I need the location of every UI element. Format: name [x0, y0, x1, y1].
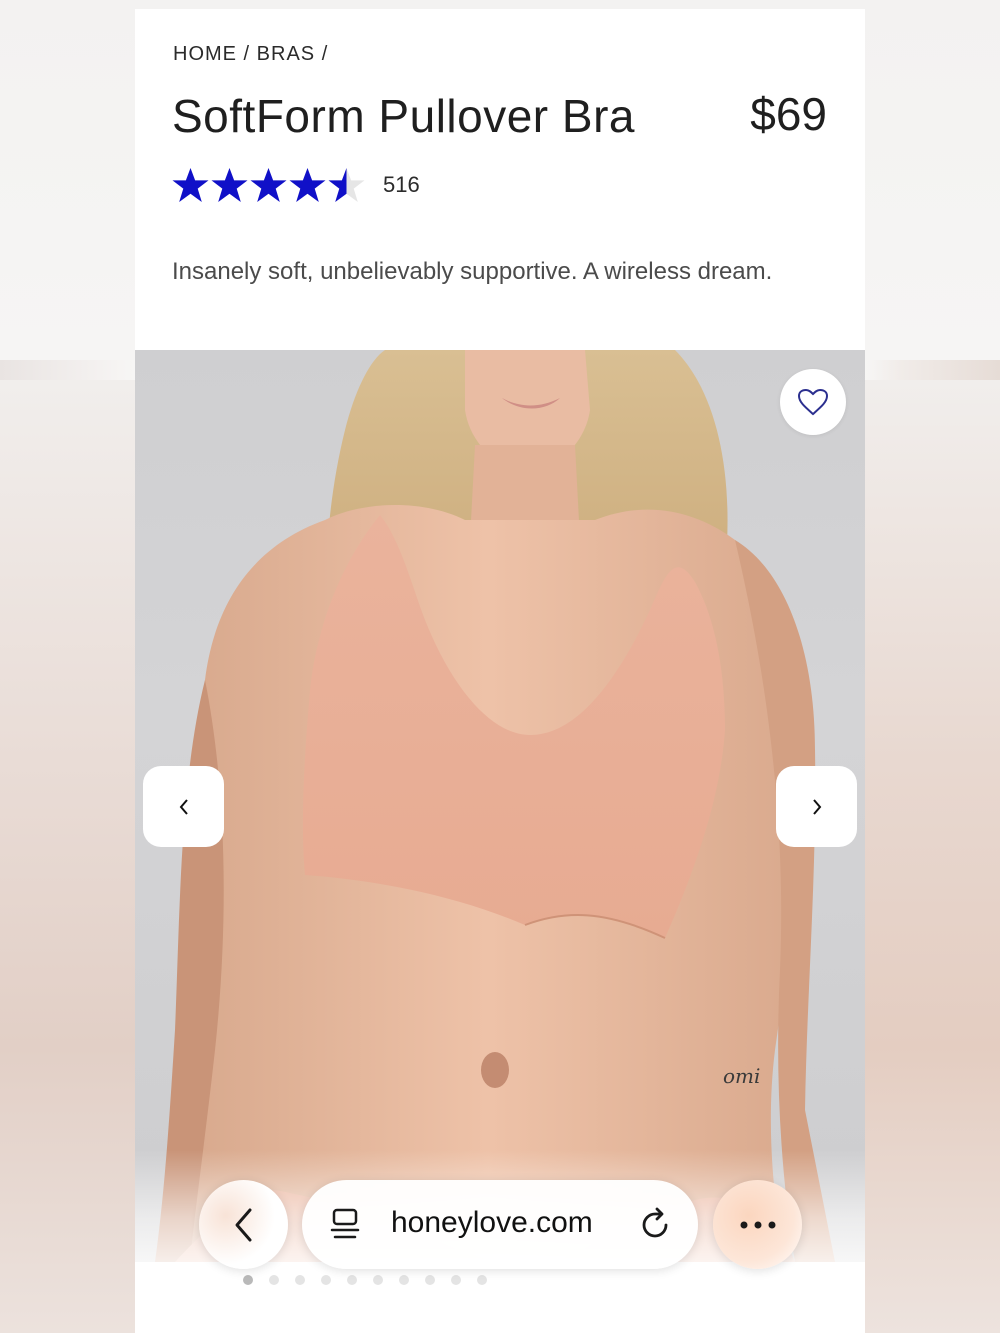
star-icon	[172, 168, 209, 202]
carousel-dot[interactable]	[269, 1275, 279, 1285]
favorite-button[interactable]	[780, 369, 846, 435]
carousel-dot[interactable]	[477, 1275, 487, 1285]
url-text[interactable]: honeylove.com	[391, 1206, 593, 1240]
carousel-dot[interactable]	[425, 1275, 435, 1285]
svg-text:omi: omi	[723, 1064, 760, 1088]
product-description: Insanely soft, unbelievably supportive. …	[172, 258, 773, 285]
product-card: HOME / BRAS / SoftForm Pullover Bra $69 …	[135, 9, 865, 1333]
product-photo: omi	[155, 350, 835, 1262]
product-price: $69	[750, 88, 827, 140]
chevron-left-icon	[179, 798, 188, 815]
star-icon	[289, 168, 326, 202]
chevron-right-icon	[812, 798, 821, 815]
tabs-icon	[330, 1208, 360, 1239]
star-icon	[211, 168, 248, 202]
rating[interactable]: 516	[172, 167, 420, 203]
review-count[interactable]: 516	[383, 172, 420, 198]
carousel-dot[interactable]	[373, 1275, 383, 1285]
breadcrumb[interactable]: HOME / BRAS /	[173, 43, 328, 66]
carousel-dot[interactable]	[347, 1275, 357, 1285]
browser-back-button[interactable]	[199, 1180, 288, 1269]
more-icon	[740, 1221, 775, 1228]
rating-stars	[172, 167, 365, 203]
carousel-dots	[243, 1275, 487, 1285]
star-icon	[250, 168, 287, 202]
star-icon	[328, 168, 365, 202]
browser-toolbar: honeylove.com	[0, 1180, 1000, 1270]
carousel-dot[interactable]	[243, 1275, 253, 1285]
carousel-dot[interactable]	[295, 1275, 305, 1285]
carousel-dot[interactable]	[451, 1275, 461, 1285]
carousel-dot[interactable]	[321, 1275, 331, 1285]
heart-icon	[797, 388, 829, 416]
product-title: SoftForm Pullover Bra	[172, 90, 635, 142]
address-bar[interactable]: honeylove.com	[302, 1180, 698, 1269]
product-image[interactable]: omi	[135, 350, 865, 1262]
browser-more-button[interactable]	[713, 1180, 802, 1269]
previous-image-button[interactable]	[143, 766, 224, 847]
carousel-dot[interactable]	[399, 1275, 409, 1285]
reload-icon[interactable]	[640, 1207, 672, 1241]
next-image-button[interactable]	[776, 766, 857, 847]
chevron-left-icon	[235, 1208, 251, 1241]
